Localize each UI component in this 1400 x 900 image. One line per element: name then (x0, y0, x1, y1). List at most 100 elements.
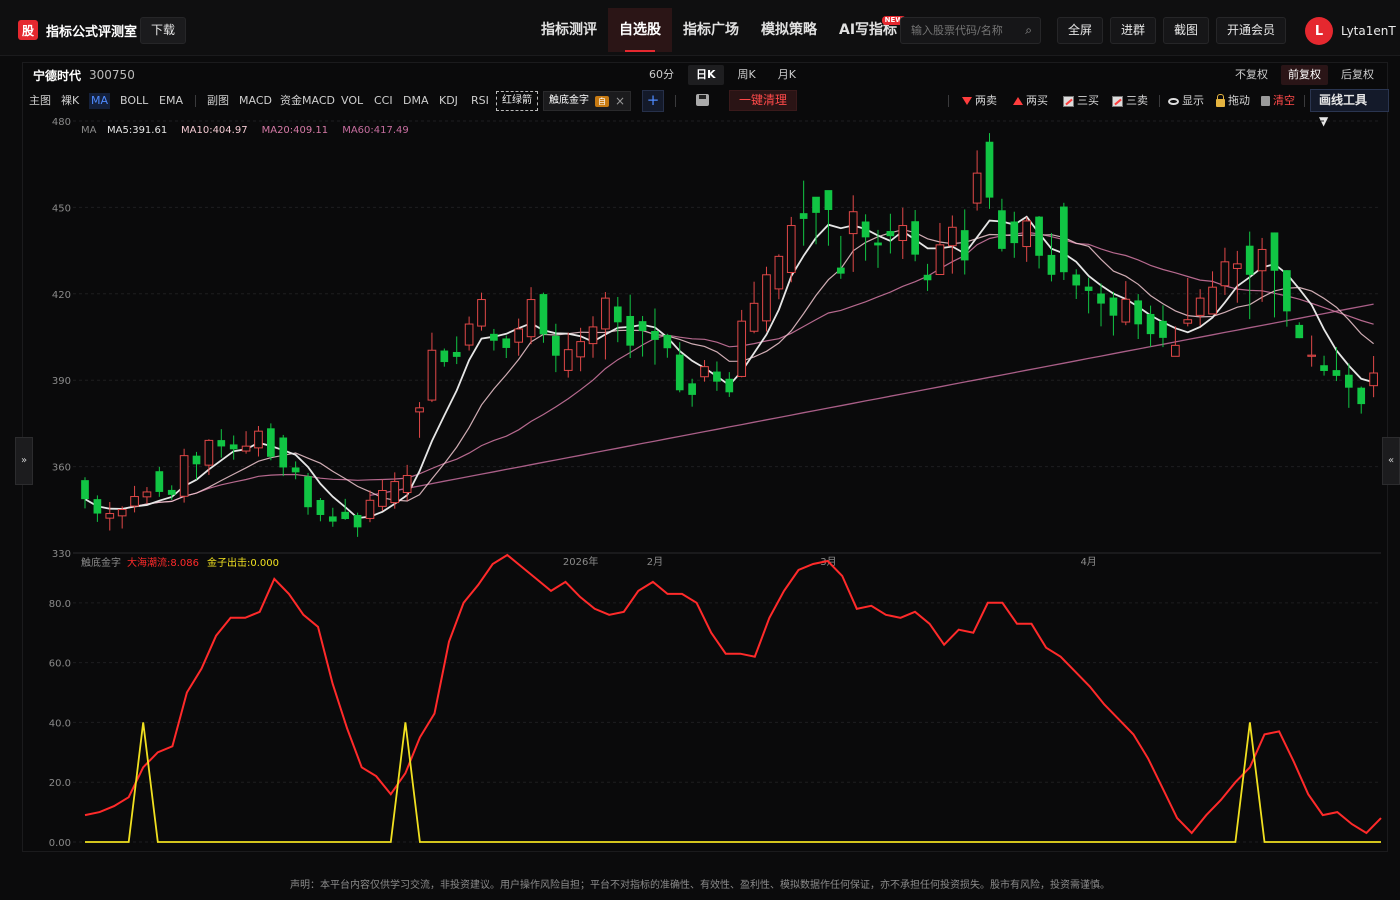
search-input[interactable] (911, 24, 1021, 37)
three-buy-tool[interactable]: 三买 (1063, 93, 1099, 109)
candle-down (1320, 365, 1328, 371)
candle-up (427, 349, 437, 401)
nav-ai-indicator[interactable]: AI写指标 NEW (828, 8, 908, 52)
candle-down (960, 230, 969, 261)
nav-label: 指标广场 (683, 22, 739, 38)
search-box[interactable]: ⌕ (900, 17, 1041, 44)
candle-up (415, 407, 424, 413)
candle-up (179, 455, 189, 497)
red-green-arrow-option[interactable]: 红绿箭 (496, 91, 538, 111)
candle-down (328, 516, 337, 522)
candle-up (774, 255, 784, 290)
show-toggle[interactable]: 显示 (1168, 93, 1204, 109)
expand-right-tab[interactable]: « (1382, 437, 1400, 485)
candle-down (167, 489, 176, 495)
vip-button[interactable]: 开通会员 (1216, 17, 1287, 44)
candle-down (812, 196, 820, 213)
stock-info: 宁德时代 300750 (33, 67, 135, 83)
ema-option[interactable]: EMA (159, 93, 183, 109)
two-sell-tool[interactable]: 两卖 (962, 93, 997, 109)
one-click-clear-button[interactable]: 一键清理 (729, 90, 798, 111)
candle-down (440, 350, 449, 363)
vol-option[interactable]: VOL (341, 93, 363, 109)
adjust-backward[interactable]: 后复权 (1334, 65, 1381, 85)
user-menu[interactable]: L Lyta1enT (1305, 17, 1396, 45)
candle-up (1171, 344, 1180, 357)
macd-option[interactable]: MACD (239, 93, 272, 109)
candle-down (1134, 300, 1143, 325)
candle-down (1035, 216, 1043, 256)
join-group-button[interactable]: 进群 (1110, 17, 1157, 44)
divider (1159, 95, 1160, 107)
candle-down (267, 428, 275, 457)
screenshot-button[interactable]: 截图 (1163, 17, 1210, 44)
y-tick-label: 20.0 (49, 778, 71, 789)
clear-drawings-button[interactable]: 清空 (1261, 93, 1295, 109)
bare-k-option[interactable]: 裸K (61, 93, 79, 109)
period-month[interactable]: 月K (770, 65, 804, 85)
fund-macd-option[interactable]: 资金MACD (280, 93, 335, 109)
y-tick-label: 40.0 (49, 718, 71, 729)
three-sell-tool[interactable]: 三卖 (1112, 93, 1148, 109)
candle-down (93, 499, 102, 514)
nav-sim-strategy[interactable]: 模拟策略 (750, 8, 828, 52)
custom-indicator-label: 触底金字 (549, 95, 589, 106)
add-indicator-button[interactable]: + (642, 90, 664, 112)
nav-label: 指标测评 (541, 22, 597, 38)
save-icon[interactable] (696, 94, 709, 106)
up-triangle-icon (1013, 97, 1023, 105)
close-icon[interactable]: × (615, 91, 625, 111)
stock-chart[interactable]: 480 450 420 390 360 330 MA MA5:391.61 MA10:404.9… (23, 113, 1387, 851)
tide-line (84, 553, 1382, 835)
fullscreen-button[interactable]: 全屏 (1057, 17, 1104, 44)
draw-tools-dropdown[interactable]: 画线工具 ▼ (1310, 89, 1389, 128)
cci-option[interactable]: CCI (374, 93, 393, 109)
rsi-option[interactable]: RSI (471, 93, 489, 109)
candle-up (947, 226, 957, 247)
boll-option[interactable]: BOLL (120, 93, 148, 109)
ma-legend-item: MA60:417.49 (342, 125, 409, 136)
candle-up (142, 491, 152, 498)
candle-down (1245, 245, 1254, 275)
candle-down (1084, 286, 1093, 291)
candle-down (985, 141, 994, 198)
ma-legend-item: MA10:404.97 (181, 125, 248, 136)
kdj-option[interactable]: KDJ (439, 93, 458, 109)
download-button[interactable]: 下载 (140, 17, 187, 44)
x-axis-label: 2026年 (563, 555, 598, 568)
candle-down (279, 437, 288, 468)
search-icon[interactable]: ⌕ (1025, 18, 1032, 43)
adjust-none[interactable]: 不复权 (1228, 65, 1275, 85)
tool-label: 显示 (1182, 94, 1204, 107)
candle-down (1295, 324, 1304, 339)
adjust-forward[interactable]: 前复权 (1281, 65, 1328, 85)
ma-legend-item: MA5:391.61 (107, 125, 167, 136)
brand[interactable]: 股 指标公式评测室 (18, 20, 137, 40)
candle-down (675, 354, 684, 391)
custom-indicator-chip[interactable]: 触底金字 自 × (543, 91, 632, 111)
trash-icon (1261, 96, 1270, 106)
candle-down (725, 378, 734, 393)
nav-watchlist[interactable]: 自选股 (608, 8, 672, 52)
ma-option[interactable]: MA (89, 93, 111, 109)
tool-label: 两卖 (975, 94, 997, 107)
candle-down (316, 500, 325, 515)
candle-down (911, 221, 920, 255)
app-title: 指标公式评测室 (46, 24, 138, 40)
candle-down (799, 213, 808, 219)
candle-down (1072, 274, 1081, 286)
candle-down (539, 294, 548, 335)
candle-up (117, 509, 127, 517)
period-day[interactable]: 日K (688, 65, 724, 85)
period-week[interactable]: 周K (730, 65, 764, 85)
nav-indicator-review[interactable]: 指标测评 (530, 8, 608, 52)
dma-option[interactable]: DMA (403, 93, 429, 109)
two-buy-tool[interactable]: 两买 (1013, 93, 1048, 109)
candle-down (824, 190, 833, 210)
nav-indicator-square[interactable]: 指标广场 (672, 8, 750, 52)
avatar[interactable]: L (1305, 17, 1333, 45)
period-60min[interactable]: 60分 (641, 65, 682, 85)
drag-toggle[interactable]: 拖动 (1216, 93, 1250, 109)
expand-left-tab[interactable]: » (15, 437, 33, 485)
main-nav: 指标测评 自选股 指标广场 模拟策略 AI写指标 NEW (530, 8, 908, 52)
